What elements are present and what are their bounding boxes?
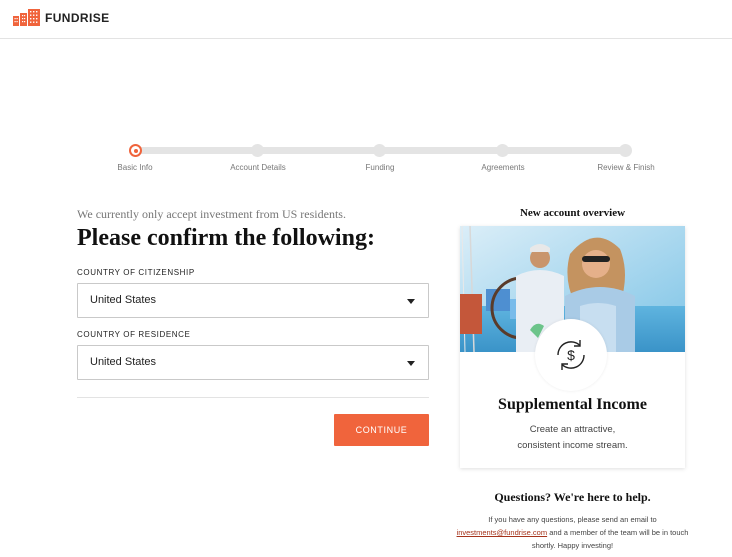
help-text-before: If you have any questions, please send a… [488, 515, 657, 524]
residence-value: United States [90, 356, 157, 368]
overview-title: New account overview [519, 207, 626, 219]
page-title: Please confirm the following: [77, 225, 375, 251]
brand-name: FUNDRISE [45, 10, 110, 25]
step-dot-basic-info [129, 144, 142, 157]
step-dot-review-finish [619, 144, 632, 157]
step-label-review-finish: Review & Finish [597, 163, 655, 172]
citizenship-select[interactable]: United States [77, 283, 429, 318]
help-text-after: and a member of the team will be in touc… [531, 528, 689, 550]
step-dot-funding [373, 144, 386, 157]
dollar-cycle-icon: $ [535, 319, 607, 391]
help-title: Questions? We're here to help. [494, 490, 651, 504]
citizenship-value: United States [90, 294, 157, 306]
help-text: If you have any questions, please send a… [456, 513, 689, 552]
step-dot-agreements [496, 144, 509, 157]
support-email-link[interactable]: investments@fundrise.com [457, 528, 548, 537]
buildings-logo-icon [13, 9, 40, 26]
svg-text:$: $ [567, 347, 575, 363]
step-label-basic-info: Basic Info [117, 163, 153, 172]
card-desc-line1: Create an attractive, [529, 424, 616, 435]
intro-text: We currently only accept investment from… [77, 207, 346, 221]
residence-select[interactable]: United States [77, 345, 429, 380]
form-divider [77, 397, 429, 398]
card-description: Create an attractive, consistent income … [460, 422, 685, 454]
card-title: Supplemental Income [498, 396, 647, 413]
supplemental-income-card: $ Supplemental Income Create an attracti… [460, 226, 685, 468]
chevron-down-icon [407, 361, 415, 366]
top-header: FUNDRISE [0, 0, 732, 39]
step-dot-account-details [251, 144, 264, 157]
citizenship-label: COUNTRY OF CITIZENSHIP [77, 268, 195, 277]
residence-label: COUNTRY OF RESIDENCE [77, 330, 191, 339]
step-label-account-details: Account Details [230, 163, 286, 172]
continue-button[interactable]: CONTINUE [334, 414, 429, 446]
fundrise-logo[interactable]: FUNDRISE [13, 9, 110, 26]
card-desc-line2: consistent income stream. [517, 440, 628, 451]
step-label-agreements: Agreements [481, 163, 525, 172]
chevron-down-icon [407, 299, 415, 304]
step-label-funding: Funding [365, 163, 395, 172]
